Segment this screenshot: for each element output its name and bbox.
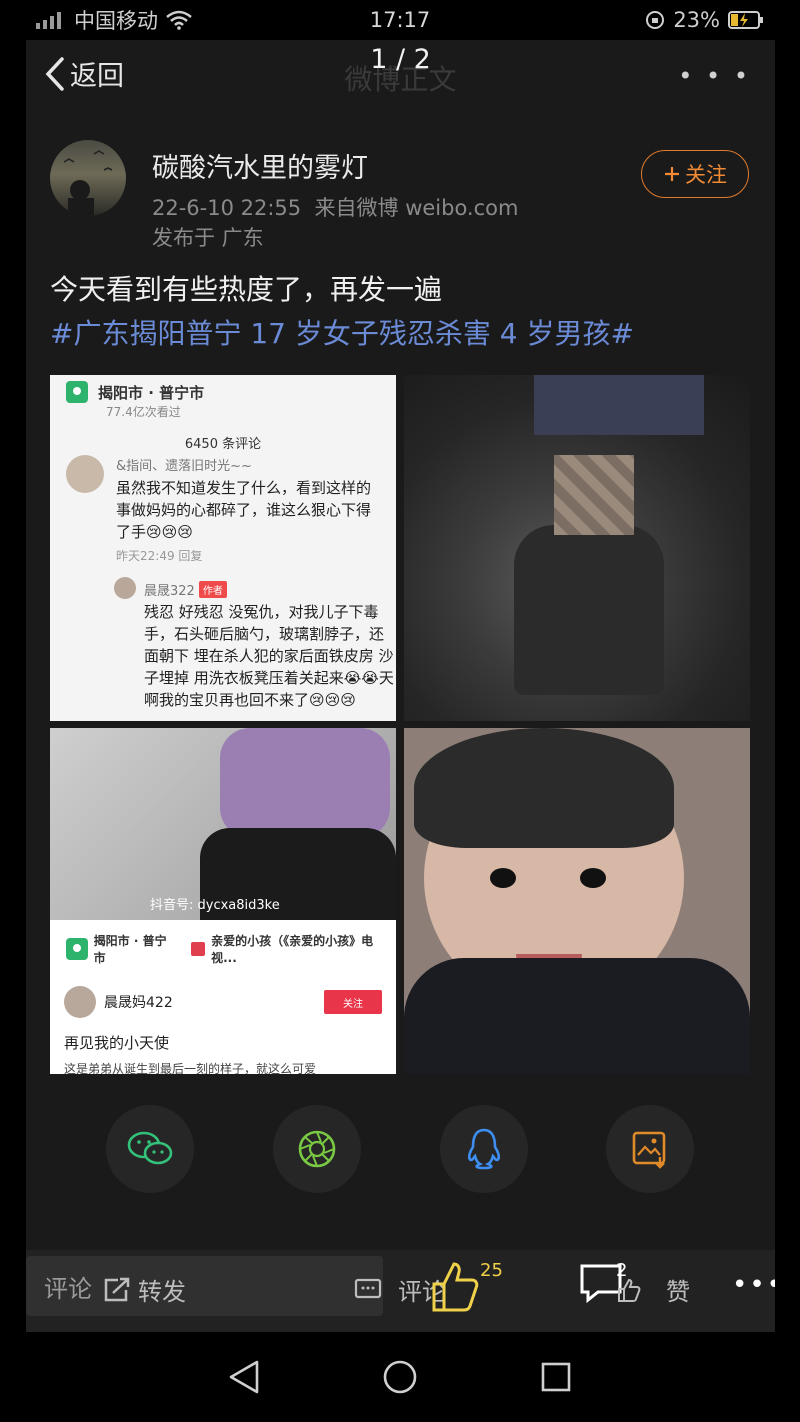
more-actions-button[interactable]: ••• xyxy=(732,1270,775,1300)
status-left: 中国移动 xyxy=(36,5,192,35)
top-bar: 微博正文 1 / 2 返回 • • • xyxy=(26,40,775,118)
lying-figure xyxy=(514,525,664,695)
nav-back-button[interactable] xyxy=(224,1357,264,1397)
share-qq-button[interactable] xyxy=(440,1105,528,1193)
comment-input[interactable]: 评论 xyxy=(26,1256,383,1316)
android-nav-bar xyxy=(0,1332,800,1422)
view-count: 77.4亿次看过 xyxy=(106,405,181,419)
circle-home-icon xyxy=(383,1360,417,1394)
moments-icon xyxy=(298,1130,336,1168)
commenter-name: &指间、遗落旧时光~~ xyxy=(116,459,252,474)
back-label: 返回 xyxy=(70,61,124,92)
image-douyin-screenshot[interactable]: 抖音号: dycxa8id3ke 揭阳市 · 普宁市 亲爱的小孩（《亲爱的小孩》… xyxy=(50,728,396,1074)
weibo-screen: 微博正文 1 / 2 返回 • • • 碳酸汽水里的雾灯 22-6-10 22:… xyxy=(26,40,775,1332)
forward-button[interactable]: 转发 xyxy=(102,1272,186,1307)
location-tag: 揭阳市 · 普宁市 xyxy=(66,381,204,403)
reply-body: 残忍 好残忍 没冤仇，对我儿子下毒手，石头砸后脑勺，玻璃割脖子，还面朝下 埋在杀… xyxy=(144,603,394,709)
emoji-comment-icon[interactable] xyxy=(354,1278,382,1304)
reply-avatar xyxy=(114,577,136,599)
square-recents-icon xyxy=(541,1362,571,1392)
author-badge: 作者 xyxy=(198,581,227,598)
douyin-tags: 揭阳市 · 普宁市 亲爱的小孩（《亲爱的小孩》电视... xyxy=(66,932,396,966)
avatar-birds-icon xyxy=(63,150,113,216)
douyin-music-text: 亲爱的小孩（《亲爱的小孩》电视... xyxy=(211,934,374,965)
location-pin-icon xyxy=(66,381,88,403)
follow-label: 关注 xyxy=(685,163,727,187)
wechat-icon xyxy=(127,1131,173,1165)
plus-icon xyxy=(665,167,679,181)
comment-time: 昨天22:49 回复 xyxy=(116,549,203,563)
forward-label: 转发 xyxy=(138,1278,186,1306)
post-meta: 22-6-10 22:55 来自微博 weibo.com xyxy=(152,192,518,222)
save-image-button[interactable] xyxy=(606,1105,694,1193)
battery-charging-icon xyxy=(728,11,763,29)
zan-button[interactable]: 赞 xyxy=(616,1272,690,1307)
child-eye-right xyxy=(580,868,606,888)
zan-label: 赞 xyxy=(666,1278,690,1306)
child-eye-left xyxy=(490,868,516,888)
image-pager: 1 / 2 xyxy=(370,44,431,75)
battery-percent: 23% xyxy=(673,8,720,32)
forward-icon xyxy=(104,1277,130,1301)
douyin-follow-badge: 关注 xyxy=(324,990,382,1014)
douyin-watermark: 抖音号: dycxa8id3ke xyxy=(150,898,280,913)
douyin-location-tag: 揭阳市 · 普宁市 xyxy=(66,932,177,966)
username[interactable]: 碳酸汽水里的雾灯 xyxy=(152,146,368,185)
child-coat xyxy=(404,958,750,1074)
follow-button[interactable]: 关注 xyxy=(641,150,749,198)
image-comment-screenshot[interactable]: 揭阳市 · 普宁市 77.4亿次看过 6450 条评论 &指间、遗落旧时光~~ … xyxy=(50,375,396,721)
share-row xyxy=(106,1105,696,1195)
comment-body: 虽然我不知道发生了什么，看到这样的事做妈妈的心都碎了，谁这么狠心下得了手😢😢😢 xyxy=(116,479,372,541)
image-night-scene[interactable] xyxy=(404,375,750,721)
status-right: 23% xyxy=(645,8,764,32)
comment-count: 6450 条评论 xyxy=(184,437,262,452)
share-moments-button[interactable] xyxy=(273,1105,361,1193)
rotation-lock-icon xyxy=(646,11,665,29)
like-button[interactable]: 25 xyxy=(430,1258,503,1314)
bottom-action-bar: 评论 转发 评论 25 2 赞 •• xyxy=(26,1250,775,1332)
reply-name: 晨晟322 xyxy=(144,584,195,599)
mosaic-blur xyxy=(554,455,634,535)
like-count: 25 xyxy=(480,1260,503,1281)
back-button[interactable]: 返回 xyxy=(44,54,124,93)
douyin-user-avatar xyxy=(64,986,96,1018)
chevron-left-icon xyxy=(45,56,64,91)
status-bar: 中国移动 17:17 23% xyxy=(0,0,800,40)
signal-icon xyxy=(36,12,61,29)
share-wechat-button[interactable] xyxy=(106,1105,194,1193)
post-text: 今天看到有些热度了，再发一遍 xyxy=(50,273,443,306)
reply-header: 晨晟322 作者 xyxy=(144,580,227,599)
qq-icon xyxy=(467,1128,501,1170)
standing-person xyxy=(534,375,704,435)
image-grid: 揭阳市 · 普宁市 77.4亿次看过 6450 条评论 &指间、遗落旧时光~~ … xyxy=(50,375,750,1075)
douyin-caption: 再见我的小天使 xyxy=(64,1034,170,1052)
purple-jacket xyxy=(220,728,390,838)
douyin-description: 这是弟弟从诞生到最后一刻的样子，就这么可爱 xyxy=(64,1062,317,1074)
child-hair xyxy=(414,728,674,848)
triangle-back-icon xyxy=(229,1360,259,1394)
music-note-icon xyxy=(191,942,206,956)
chat-bubble-icon xyxy=(354,1278,382,1299)
douyin-location-text: 揭阳市 · 普宁市 xyxy=(93,934,167,965)
more-options-button[interactable]: • • • xyxy=(678,62,751,90)
carrier-name: 中国移动 xyxy=(74,9,158,33)
thumbs-up-icon xyxy=(432,1262,479,1312)
nav-home-button[interactable] xyxy=(380,1357,420,1397)
post-hashtag[interactable]: #广东揭阳普宁 17 岁女子残忍杀害 4 岁男孩# xyxy=(50,312,634,352)
location-name: 揭阳市 · 普宁市 xyxy=(98,383,205,402)
nav-recents-button[interactable] xyxy=(536,1357,576,1397)
post-source: 来自微博 weibo.com xyxy=(314,196,519,220)
post-location: 发布于 广东 xyxy=(152,226,264,250)
douyin-music-tag: 亲爱的小孩（《亲爱的小孩》电视... xyxy=(191,932,396,966)
save-image-icon xyxy=(632,1131,666,1169)
commenter-avatar xyxy=(66,455,104,493)
thumb-outline-icon xyxy=(618,1278,641,1302)
douyin-username: 晨晟妈422 xyxy=(104,995,173,1011)
wifi-icon xyxy=(166,10,192,30)
location-pin-icon xyxy=(66,938,88,960)
user-avatar[interactable] xyxy=(50,140,126,216)
image-child-portrait[interactable] xyxy=(404,728,750,1074)
comment-placeholder: 评论 xyxy=(44,1274,92,1303)
post-timestamp: 22-6-10 22:55 xyxy=(152,196,302,220)
